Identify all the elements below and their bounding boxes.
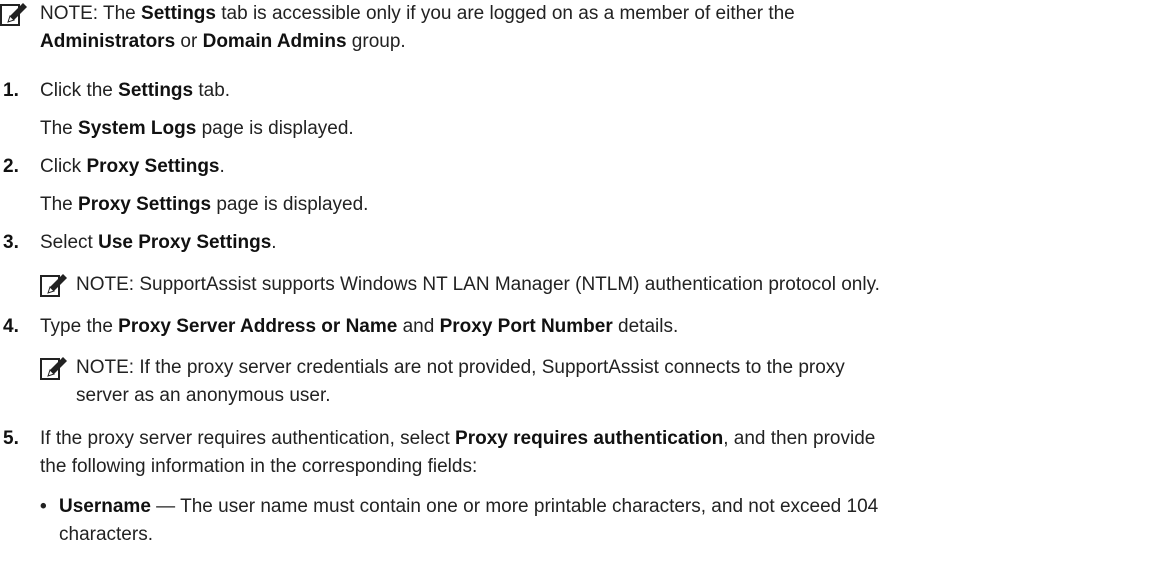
bullet-line1: Username — The user name must contain on… [59,496,879,517]
note-pencil-icon [40,356,70,384]
note-top-line2: Administrators or Domain Admins group. [40,31,406,52]
step-number: 2. [3,156,19,177]
bullet-line2: characters. [59,524,153,545]
note-label: NOTE: [40,3,99,24]
step-note-line1: NOTE: If the proxy server credentials ar… [76,357,845,378]
note-pencil-icon [0,2,30,30]
step-note-line2: server as an anonymous user. [76,385,331,406]
step-text: Click the Settings tab. [40,80,231,101]
step-number: 5. [3,428,19,449]
step-text-line1: If the proxy server requires authenticat… [40,428,876,449]
step-result: The Proxy Settings page is displayed. [40,194,369,215]
step-number: 4. [3,316,19,337]
step-text: Select Use Proxy Settings. [40,232,277,253]
note-top-line1: NOTE: The Settings tab is accessible onl… [40,3,795,24]
step-text: Click Proxy Settings. [40,156,225,177]
bullet-dot: • [40,496,47,517]
step-number: 1. [3,80,19,101]
step-text-line2: the following information in the corresp… [40,456,478,477]
note-pencil-icon [40,273,70,301]
step-text: Type the Proxy Server Address or Name an… [40,316,679,337]
step-note: NOTE: SupportAssist supports Windows NT … [76,274,880,295]
step-number: 3. [3,232,19,253]
step-result: The System Logs page is displayed. [40,118,354,139]
